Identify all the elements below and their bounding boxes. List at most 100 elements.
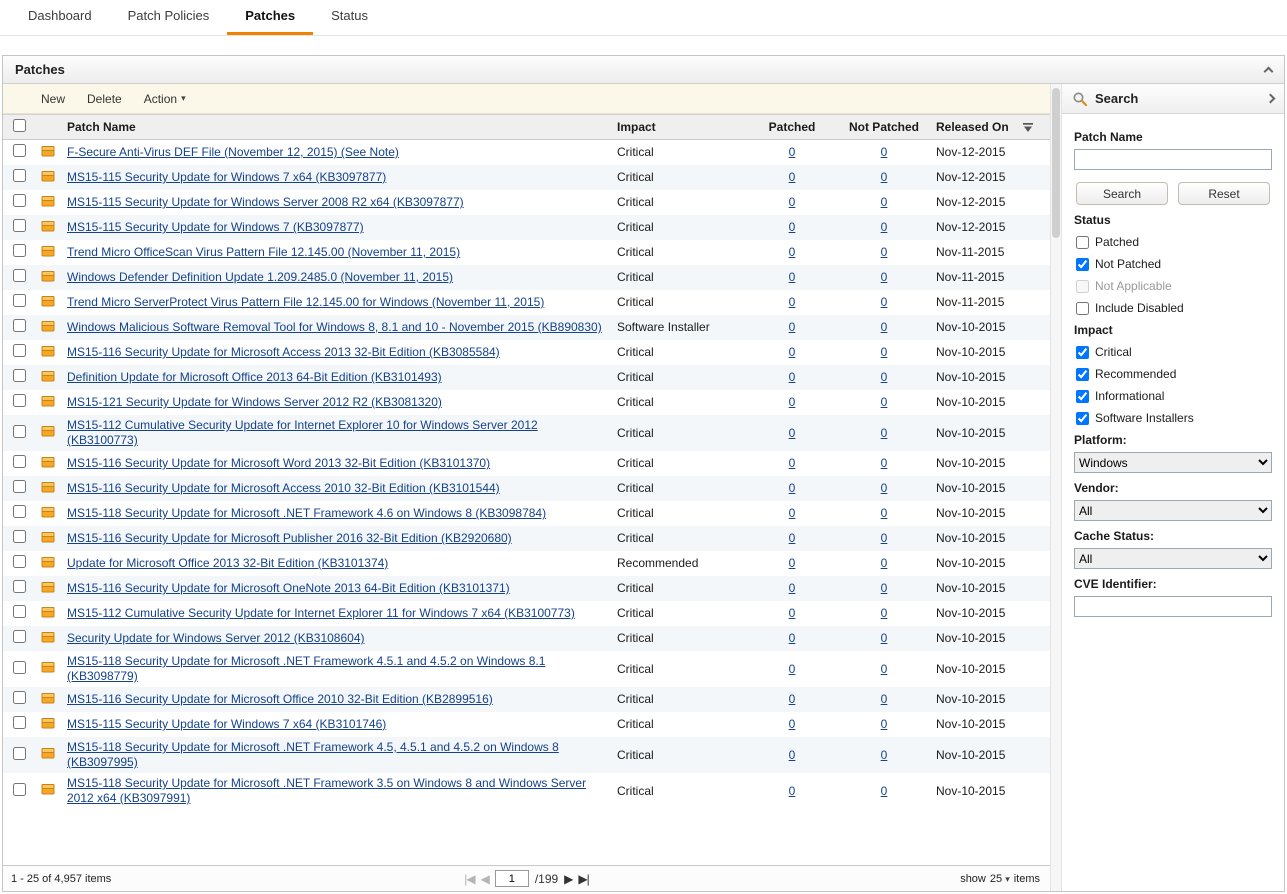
filter-checkbox-item[interactable]: Informational <box>1076 389 1270 403</box>
patched-count-link[interactable]: 0 <box>789 456 796 470</box>
patched-count-link[interactable]: 0 <box>789 481 796 495</box>
patch-name-link[interactable]: MS15-115 Security Update for Windows 7 (… <box>67 220 364 234</box>
row-checkbox[interactable] <box>13 244 26 257</box>
patched-count-link[interactable]: 0 <box>789 506 796 520</box>
patched-count-link[interactable]: 0 <box>789 692 796 706</box>
filter-checkbox-item[interactable]: Include Disabled <box>1076 301 1270 315</box>
not-patched-count-link[interactable]: 0 <box>881 556 888 570</box>
platform-select[interactable]: Windows <box>1074 452 1272 473</box>
row-checkbox[interactable] <box>13 194 26 207</box>
row-checkbox[interactable] <box>13 691 26 704</box>
patch-name-link[interactable]: MS15-112 Cumulative Security Update for … <box>67 606 575 620</box>
not-patched-count-link[interactable]: 0 <box>881 426 888 440</box>
patched-count-link[interactable]: 0 <box>789 195 796 209</box>
search-button[interactable]: Search <box>1076 182 1168 205</box>
not-patched-count-link[interactable]: 0 <box>881 481 888 495</box>
row-checkbox[interactable] <box>13 369 26 382</box>
last-page-button[interactable]: ▶| <box>578 872 588 886</box>
patched-count-link[interactable]: 0 <box>789 748 796 762</box>
filter-checkbox[interactable] <box>1076 390 1089 403</box>
not-patched-count-link[interactable]: 0 <box>881 145 888 159</box>
patch-name-link[interactable]: F-Secure Anti-Virus DEF File (November 1… <box>67 145 399 159</box>
not-patched-count-link[interactable]: 0 <box>881 581 888 595</box>
collapse-panel-icon[interactable] <box>1264 66 1274 76</box>
row-checkbox[interactable] <box>13 394 26 407</box>
patch-name-link[interactable]: Windows Malicious Software Removal Tool … <box>67 320 602 334</box>
row-checkbox[interactable] <box>13 747 26 760</box>
row-checkbox[interactable] <box>13 480 26 493</box>
row-checkbox[interactable] <box>13 294 26 307</box>
column-patched[interactable]: Patched <box>748 117 836 138</box>
row-checkbox[interactable] <box>13 269 26 282</box>
delete-button[interactable]: Delete <box>77 92 132 106</box>
not-patched-count-link[interactable]: 0 <box>881 506 888 520</box>
row-checkbox[interactable] <box>13 716 26 729</box>
page-size-select[interactable]: 25 ▾ <box>990 873 1010 885</box>
patch-name-link[interactable]: MS15-116 Security Update for Microsoft A… <box>67 481 500 495</box>
not-patched-count-link[interactable]: 0 <box>881 270 888 284</box>
patched-count-link[interactable]: 0 <box>789 717 796 731</box>
patched-count-link[interactable]: 0 <box>789 426 796 440</box>
not-patched-count-link[interactable]: 0 <box>881 170 888 184</box>
column-patch-name[interactable]: Patch Name <box>63 117 613 138</box>
filter-checkbox-item[interactable]: Patched <box>1076 235 1270 249</box>
patch-name-link[interactable]: MS15-115 Security Update for Windows 7 x… <box>67 717 386 731</box>
patched-count-link[interactable]: 0 <box>789 145 796 159</box>
page-number-input[interactable] <box>495 870 529 887</box>
patch-name-link[interactable]: Update for Microsoft Office 2013 32-Bit … <box>67 556 388 570</box>
patch-name-link[interactable]: MS15-116 Security Update for Microsoft O… <box>67 692 493 706</box>
filter-checkbox[interactable] <box>1076 368 1089 381</box>
cve-identifier-input[interactable] <box>1074 596 1272 617</box>
new-button[interactable]: New <box>31 92 75 106</box>
vendor-select[interactable]: All <box>1074 500 1272 521</box>
row-checkbox[interactable] <box>13 783 26 796</box>
patch-name-link[interactable]: MS15-115 Security Update for Windows 7 x… <box>67 170 386 184</box>
patched-count-link[interactable]: 0 <box>789 556 796 570</box>
patch-name-link[interactable]: MS15-116 Security Update for Microsoft O… <box>67 581 510 595</box>
patched-count-link[interactable]: 0 <box>789 662 796 676</box>
filter-checkbox-item[interactable]: Software Installers <box>1076 411 1270 425</box>
patched-count-link[interactable]: 0 <box>789 170 796 184</box>
not-patched-count-link[interactable]: 0 <box>881 531 888 545</box>
column-impact[interactable]: Impact <box>613 117 748 138</box>
row-checkbox[interactable] <box>13 605 26 618</box>
filter-checkbox-item[interactable]: Recommended <box>1076 367 1270 381</box>
patch-name-link[interactable]: MS15-118 Security Update for Microsoft .… <box>67 740 559 769</box>
patch-name-link[interactable]: Security Update for Windows Server 2012 … <box>67 631 365 645</box>
vertical-scrollbar[interactable] <box>1050 84 1062 891</box>
patched-count-link[interactable]: 0 <box>789 220 796 234</box>
not-patched-count-link[interactable]: 0 <box>881 345 888 359</box>
row-checkbox[interactable] <box>13 555 26 568</box>
patch-name-link[interactable]: MS15-118 Security Update for Microsoft .… <box>67 506 546 520</box>
not-patched-count-link[interactable]: 0 <box>881 784 888 798</box>
not-patched-count-link[interactable]: 0 <box>881 245 888 259</box>
patch-name-link[interactable]: MS15-116 Security Update for Microsoft A… <box>67 345 500 359</box>
not-patched-count-link[interactable]: 0 <box>881 717 888 731</box>
action-button[interactable]: Action ▾ <box>134 92 196 106</box>
sort-filter-icon[interactable] <box>1022 122 1034 133</box>
filter-checkbox[interactable] <box>1076 302 1089 315</box>
not-patched-count-link[interactable]: 0 <box>881 320 888 334</box>
patch-name-link[interactable]: Trend Micro OfficeScan Virus Pattern Fil… <box>67 245 460 259</box>
row-checkbox[interactable] <box>13 455 26 468</box>
row-checkbox[interactable] <box>13 144 26 157</box>
row-checkbox[interactable] <box>13 580 26 593</box>
column-released-on[interactable]: Released On <box>932 117 1050 138</box>
row-checkbox[interactable] <box>13 219 26 232</box>
filter-checkbox[interactable] <box>1076 236 1089 249</box>
select-all-checkbox[interactable] <box>13 119 26 132</box>
patch-name-link[interactable]: Trend Micro ServerProtect Virus Pattern … <box>67 295 544 309</box>
filter-checkbox-item[interactable]: Not Applicable <box>1076 279 1270 293</box>
nav-tab[interactable]: Status <box>313 0 386 35</box>
row-checkbox[interactable] <box>13 169 26 182</box>
row-checkbox[interactable] <box>13 505 26 518</box>
not-patched-count-link[interactable]: 0 <box>881 295 888 309</box>
patch-name-link[interactable]: MS15-121 Security Update for Windows Ser… <box>67 395 442 409</box>
not-patched-count-link[interactable]: 0 <box>881 220 888 234</box>
row-checkbox[interactable] <box>13 630 26 643</box>
not-patched-count-link[interactable]: 0 <box>881 456 888 470</box>
patched-count-link[interactable]: 0 <box>789 631 796 645</box>
patch-name-link[interactable]: MS15-116 Security Update for Microsoft W… <box>67 456 490 470</box>
patch-name-link[interactable]: MS15-118 Security Update for Microsoft .… <box>67 776 586 805</box>
row-checkbox[interactable] <box>13 319 26 332</box>
